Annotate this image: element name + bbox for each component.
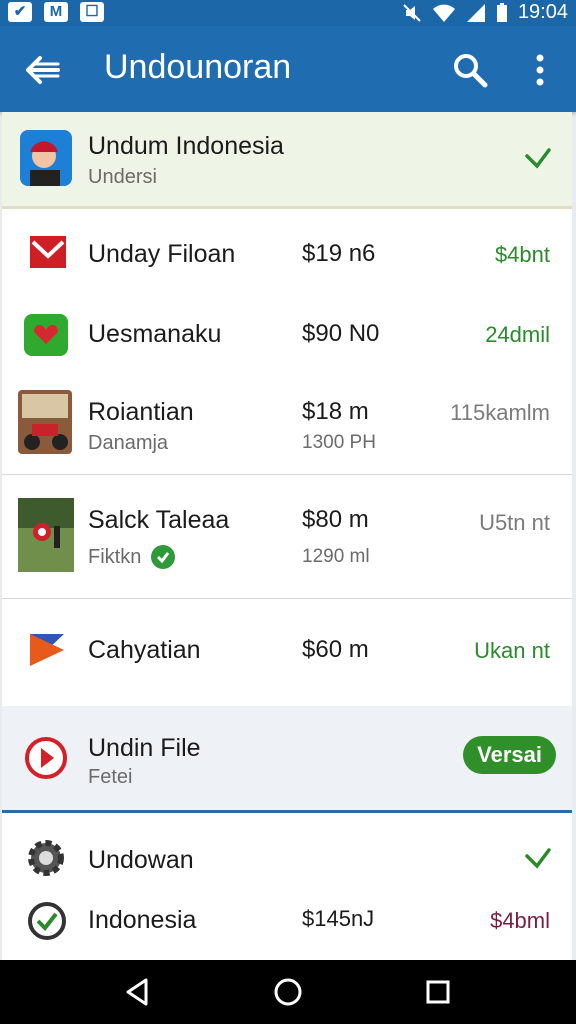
- green-app-icon: [24, 314, 68, 356]
- item-subtitle: Danamja: [88, 432, 169, 454]
- back-triangle-icon[interactable]: [122, 976, 154, 1008]
- account-header[interactable]: Undum Indonesia Undersi: [2, 112, 572, 209]
- app-toolbar: Undounoran: [0, 26, 576, 112]
- battery-icon: [496, 2, 507, 22]
- system-nav-bar: [0, 960, 576, 1024]
- clock: 19:04: [517, 1, 568, 23]
- list-item[interactable]: Unday Filoan $19 n6 $4bnt: [2, 212, 572, 296]
- gear-icon: [28, 840, 64, 876]
- item-title: Undin File: [88, 734, 201, 762]
- item-title: Cahyatian: [88, 636, 201, 664]
- check-icon[interactable]: [524, 846, 552, 870]
- more-vert-icon[interactable]: [520, 50, 560, 90]
- notification-icons: ✔ M ☐: [8, 2, 104, 22]
- status-bar: ✔ M ☐ 19:04: [0, 0, 576, 26]
- list-item[interactable]: Undowan: [2, 816, 572, 896]
- divider: [2, 474, 572, 475]
- system-icons: 19:04: [402, 1, 568, 24]
- version-badge-button[interactable]: Versai: [463, 736, 556, 774]
- item-title: Roiantian: [88, 398, 194, 426]
- item-price: $19 n6: [302, 240, 376, 267]
- account-subtitle: Undersi: [88, 166, 157, 188]
- check-icon[interactable]: [524, 146, 552, 170]
- play-circle-icon: [25, 737, 67, 779]
- back-arrow-icon[interactable]: [22, 50, 62, 90]
- item-title: Undowan: [88, 846, 194, 874]
- item-price: $60 m: [302, 636, 369, 663]
- item-price: $80 m: [302, 506, 369, 533]
- field-photo: [18, 498, 74, 572]
- list-item[interactable]: Uesmanaku $90 N0 24dmil: [2, 296, 572, 374]
- item-price-sub: 1300 PH: [302, 432, 376, 453]
- recents-square-icon[interactable]: [422, 976, 454, 1008]
- item-title: Indonesia: [88, 906, 197, 934]
- item-price-sub: 1290 ml: [302, 546, 370, 567]
- item-title: Uesmanaku: [88, 320, 222, 348]
- signal-icon: [466, 3, 485, 22]
- toolbar-title: Undounoran: [104, 48, 292, 86]
- item-subtitle: Fiktkn: [88, 546, 142, 568]
- mail-icon: ✔: [8, 2, 32, 22]
- item-price: $18 m: [302, 398, 369, 425]
- wifi-icon: [432, 4, 455, 22]
- list-item[interactable]: Roiantian Danamja $18 m 1300 PH 115kamlm: [2, 374, 572, 474]
- list-item[interactable]: Salck Taleaa Fiktkn $80 m 1290 ml U5tn n…: [2, 476, 572, 598]
- selected-list-item[interactable]: Undin File Fetei Versai: [2, 706, 572, 813]
- list-item[interactable]: Indonesia $145nJ $4bml: [2, 896, 572, 960]
- red-envelope-icon: [30, 236, 66, 268]
- mute-icon: [403, 3, 421, 22]
- home-circle-icon[interactable]: [272, 976, 304, 1008]
- account-title: Undum Indonesia: [88, 132, 284, 160]
- gmail-icon: M: [44, 2, 68, 22]
- divider: [2, 598, 572, 599]
- item-price: $145nJ: [302, 906, 375, 931]
- triangle-flag-icon: [30, 634, 64, 666]
- list-item[interactable]: Cahyatian $60 m Ukan nt: [2, 600, 572, 704]
- motorbike-photo: [18, 390, 72, 454]
- photo-icon: ☐: [80, 2, 104, 22]
- item-value: $4bml: [490, 908, 550, 933]
- item-subtitle: Fetei: [88, 766, 133, 788]
- green-badge-icon: [151, 545, 175, 569]
- item-value: Ukan nt: [474, 638, 550, 663]
- item-value: $4bnt: [494, 242, 550, 267]
- item-value: 115kamlm: [450, 400, 550, 425]
- item-price: $90 N0: [302, 320, 380, 347]
- check-circle-icon: [28, 902, 66, 940]
- search-icon[interactable]: [450, 50, 490, 90]
- item-value: U5tn nt: [479, 510, 550, 535]
- item-title: Salck Taleaa: [88, 506, 230, 534]
- profile-photo: [20, 130, 72, 186]
- item-value: 24dmil: [485, 322, 550, 347]
- item-title: Unday Filoan: [88, 240, 236, 268]
- app-list-card: Undum Indonesia Undersi Unday Filoan $19…: [2, 112, 572, 960]
